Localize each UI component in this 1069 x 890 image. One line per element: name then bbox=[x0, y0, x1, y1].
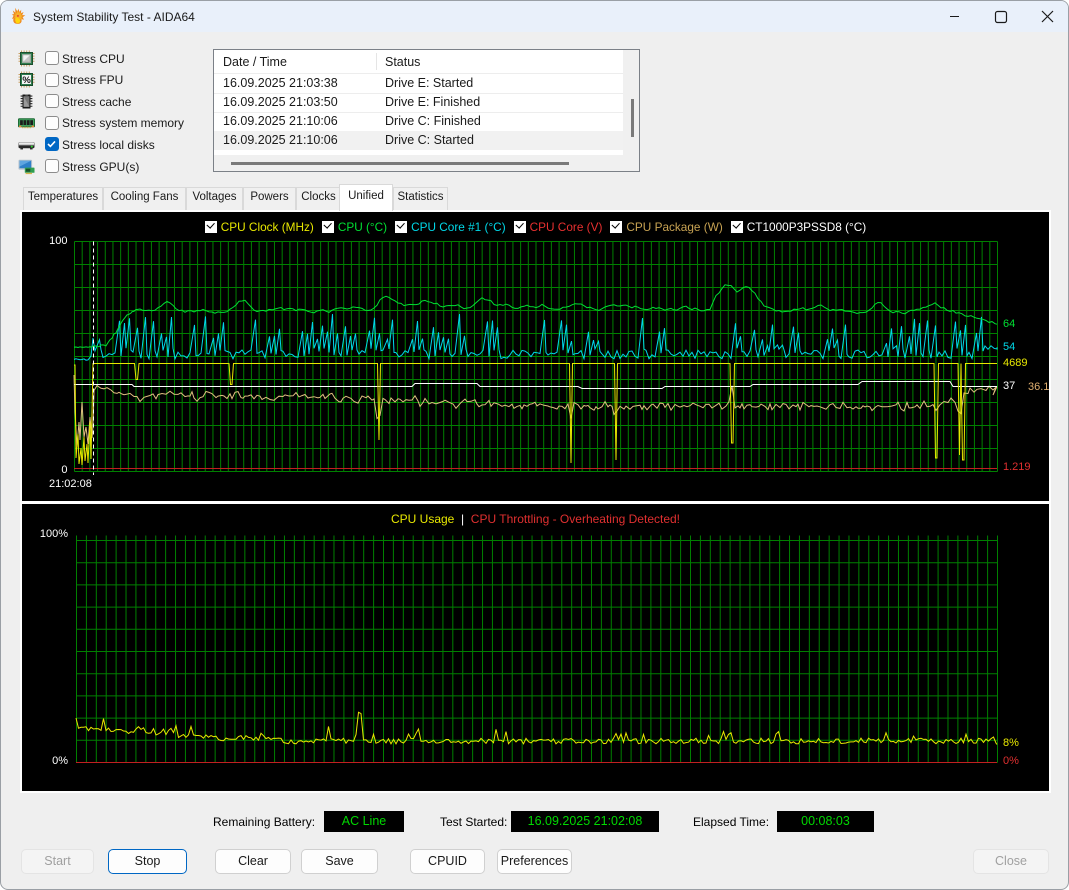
svg-text:%: % bbox=[22, 75, 31, 86]
